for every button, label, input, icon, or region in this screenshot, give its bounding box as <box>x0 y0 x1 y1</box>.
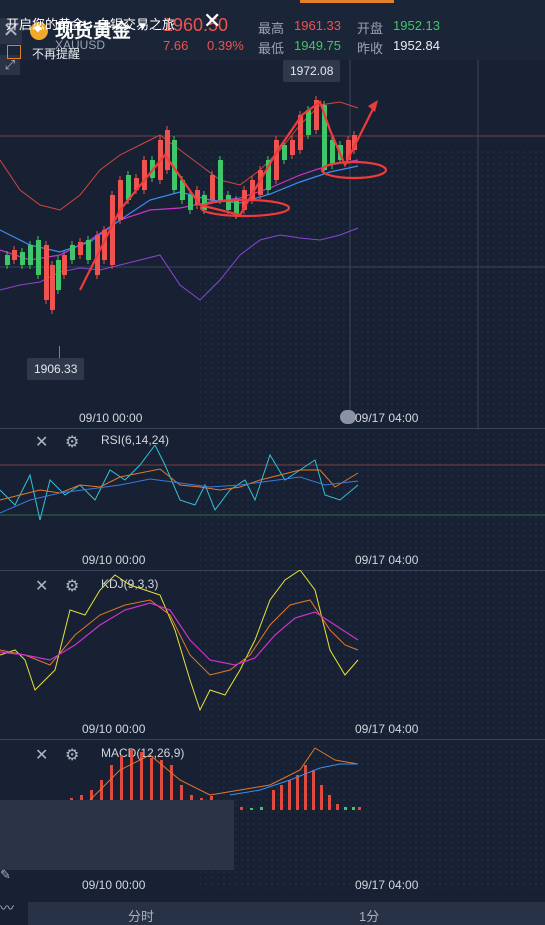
close-icon[interactable]: ✕ <box>203 8 221 34</box>
period-1min[interactable]: 1分 <box>359 906 379 925</box>
candle-body <box>226 195 231 210</box>
low-price-marker: 1906.33 <box>27 358 85 380</box>
candle-body <box>86 240 91 260</box>
pencil-icon[interactable]: ✎ <box>0 867 18 885</box>
macd-bar <box>240 807 243 810</box>
candle-body <box>50 265 55 310</box>
high-price-marker: 1972.08 <box>283 60 341 82</box>
candle-body <box>330 140 335 165</box>
macd-bar <box>320 785 323 810</box>
candle-body <box>62 255 67 275</box>
macd-bar <box>312 770 315 810</box>
dont-remind-checkbox[interactable] <box>7 45 21 59</box>
period-timeshare[interactable]: 分时 <box>128 906 154 925</box>
candle-body <box>306 110 311 135</box>
period-bar <box>28 902 545 925</box>
macd-bar <box>358 807 361 810</box>
promo-popup[interactable] <box>0 800 234 870</box>
candle-body <box>282 145 287 160</box>
candle-body <box>44 245 49 300</box>
macd-bar <box>288 780 291 810</box>
macd-bar <box>336 804 339 810</box>
macd-bar <box>328 795 331 810</box>
candle-body <box>5 255 10 265</box>
chart-line-icon[interactable]: 〰 <box>0 898 22 920</box>
candle-body <box>188 195 193 210</box>
low-label: 最低 <box>258 41 285 56</box>
open-label: 开盘 <box>357 21 384 36</box>
open-value: 1952.13 <box>393 18 440 33</box>
price-change-pct: 0.39% <box>207 38 244 53</box>
kdj-time-left: 09/10 00:00 <box>82 722 146 736</box>
low-marker-leader <box>59 346 60 358</box>
panel-divider <box>0 428 545 429</box>
candle-body <box>70 245 75 260</box>
macd-bar <box>272 790 275 810</box>
scroll-handle-icon[interactable] <box>340 410 356 424</box>
candle-body <box>56 260 61 290</box>
candle-body <box>210 175 215 200</box>
macd-bar <box>250 808 253 810</box>
macd-bar <box>280 785 283 810</box>
candle-body <box>290 140 295 155</box>
candle-body <box>142 160 147 190</box>
candle-body <box>274 140 279 180</box>
candle-body <box>218 160 223 200</box>
candle-body <box>28 245 33 265</box>
rsi-time-left: 09/10 00:00 <box>82 553 146 567</box>
high-label: 最高 <box>258 21 285 36</box>
candle-body <box>202 195 207 210</box>
prev-close-label: 昨收 <box>357 41 384 56</box>
candle-body <box>20 252 25 265</box>
price-change: 7.66 <box>163 38 189 53</box>
candle-body <box>36 240 41 275</box>
rsi-chart <box>0 445 545 521</box>
candle-body <box>12 250 17 260</box>
rsi-time-right: 09/17 04:00 <box>355 553 419 567</box>
macd-bar <box>344 807 347 810</box>
dont-remind-label[interactable]: 不再提醒 <box>32 45 80 62</box>
kdj-time-right: 09/17 04:00 <box>355 722 419 736</box>
main-time-right: 09/17 04:00 <box>355 411 419 425</box>
low-value: 1949.75 <box>294 38 341 53</box>
main-time-left: 09/10 00:00 <box>79 411 143 425</box>
candle-body <box>165 130 170 170</box>
macd-bar <box>260 807 263 810</box>
macd-time-left: 09/10 00:00 <box>82 878 146 892</box>
promo-text: 开启您的黄金、白银交易之旅 <box>6 17 176 32</box>
macd-time-right: 09/17 04:00 <box>355 878 419 892</box>
header-accent-bar <box>300 0 394 3</box>
prev-close-value: 1952.84 <box>393 38 440 53</box>
high-value: 1961.33 <box>294 18 341 33</box>
macd-bar <box>296 775 299 810</box>
macd-bar <box>304 765 307 810</box>
candle-body <box>78 242 83 255</box>
kdj-chart <box>0 570 359 712</box>
macd-bar <box>352 807 355 810</box>
